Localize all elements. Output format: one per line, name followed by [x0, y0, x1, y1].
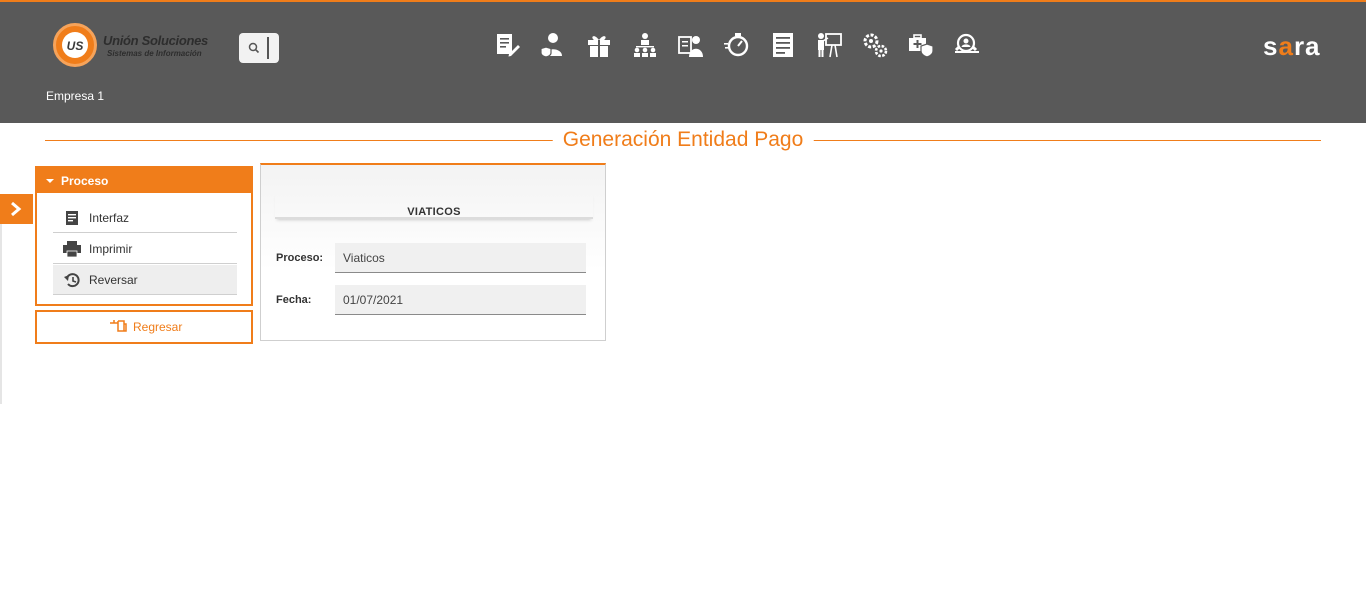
card-title: VIATICOS — [275, 191, 593, 219]
top-header: US Unión Soluciones Sistemas de Informac… — [0, 0, 1366, 123]
process-section-header[interactable]: Proceso — [37, 168, 251, 193]
menu-item-imprimir[interactable]: Imprimir — [53, 234, 237, 264]
process-panel: Proceso Interfaz Imprimir Reversar — [35, 166, 253, 306]
logo-title: Unión Soluciones — [103, 33, 208, 48]
user-search-icon[interactable] — [954, 32, 980, 58]
document-edit-icon[interactable] — [494, 32, 520, 58]
proceso-field[interactable]: Viaticos — [335, 243, 586, 273]
menu-item-label: Interfaz — [89, 211, 130, 225]
regresar-button[interactable]: Regresar — [35, 310, 253, 344]
settings-gears-icon[interactable] — [862, 32, 888, 58]
presentation-icon[interactable] — [816, 32, 842, 58]
gift-icon[interactable] — [586, 32, 612, 58]
fecha-label: Fecha: — [276, 294, 312, 306]
stopwatch-icon[interactable] — [724, 32, 750, 58]
sidebar-toggle-button[interactable] — [0, 194, 33, 224]
menu-item-label: Reversar — [89, 273, 138, 287]
sidebar-edge — [0, 224, 2, 404]
id-badge-icon[interactable] — [678, 32, 704, 58]
search-button[interactable] — [239, 33, 279, 63]
proceso-label: Proceso: — [276, 252, 324, 264]
logo-subtitle: Sistemas de Información — [107, 49, 202, 58]
printer-icon — [63, 241, 81, 257]
page-title: Generación Entidad Pago — [552, 128, 814, 152]
search-divider — [267, 37, 269, 59]
company-logo[interactable]: US Unión Soluciones Sistemas de Informac… — [53, 23, 223, 69]
process-section-label: Proceso — [61, 174, 109, 188]
employee-shield-icon[interactable] — [540, 32, 566, 58]
note-icon — [66, 211, 78, 225]
viaticos-card: VIATICOS Proceso: Viaticos Fecha: 01/07/… — [260, 163, 606, 341]
sara-brand-logo[interactable]: sara — [1263, 31, 1321, 62]
report-list-icon[interactable] — [770, 32, 796, 58]
caret-down-icon — [46, 179, 54, 183]
org-chart-icon[interactable] — [632, 32, 658, 58]
fecha-field[interactable]: 01/07/2021 — [335, 285, 586, 315]
company-name[interactable]: Empresa 1 — [46, 89, 104, 103]
menu-item-interfaz[interactable]: Interfaz — [53, 203, 237, 233]
proceso-value: Viaticos — [343, 251, 385, 265]
menu-item-reversar[interactable]: Reversar — [53, 265, 237, 295]
undo-history-icon — [64, 273, 80, 288]
search-icon — [248, 42, 260, 54]
chevron-right-icon — [11, 201, 22, 217]
menu-item-label: Imprimir — [89, 242, 133, 256]
page-title-bar: Generación Entidad Pago — [45, 126, 1321, 154]
logo-mark-text: US — [62, 32, 88, 58]
medical-shield-icon[interactable] — [908, 32, 934, 58]
regresar-label: Regresar — [133, 320, 183, 334]
hand-point-back-icon — [110, 320, 127, 332]
fecha-value: 01/07/2021 — [343, 293, 404, 307]
logo-mark: US — [53, 23, 97, 67]
